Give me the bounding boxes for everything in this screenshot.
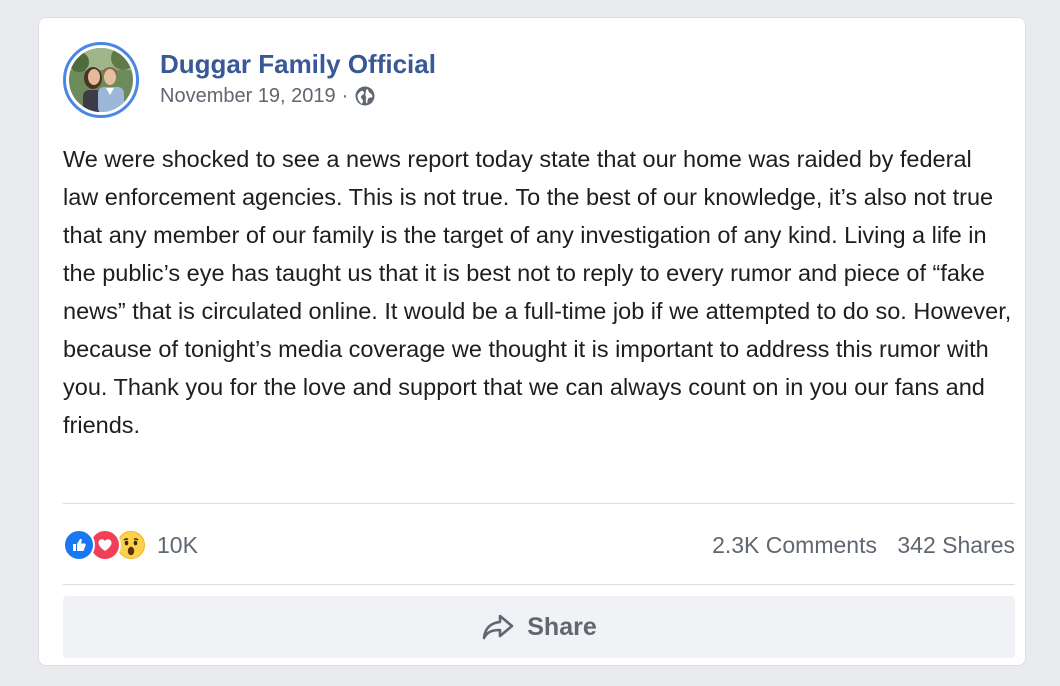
post-header: Duggar Family Official November 19, 2019… [63, 42, 436, 122]
share-arrow-icon [481, 613, 515, 641]
divider-top [63, 503, 1015, 504]
engagement-counts: 2.3K Comments 342 Shares [712, 532, 1015, 559]
comments-count-link[interactable]: 2.3K Comments [712, 532, 877, 558]
avatar-photo [69, 48, 133, 112]
shares-count-link[interactable]: 342 Shares [897, 532, 1015, 558]
like-icon [63, 529, 95, 561]
post-card: Duggar Family Official November 19, 2019… [38, 17, 1026, 666]
post-meta: Duggar Family Official November 19, 2019… [160, 42, 436, 109]
share-label: Share [527, 612, 597, 641]
share-button[interactable]: Share [63, 596, 1015, 658]
reaction-icons [63, 529, 147, 561]
avatar[interactable] [63, 42, 139, 118]
post-subline: November 19, 2019 · [160, 83, 436, 109]
globe-icon[interactable] [354, 85, 376, 107]
page-name-link[interactable]: Duggar Family Official [160, 48, 436, 80]
post-text: We were shocked to see a news report tod… [63, 146, 1012, 438]
reactions-summary[interactable]: 10K [63, 529, 198, 561]
divider-bottom [63, 584, 1015, 585]
reaction-count[interactable]: 10K [157, 532, 198, 559]
post-stats: 10K 2.3K Comments 342 Shares [63, 523, 1015, 567]
post-date[interactable]: November 19, 2019 [160, 83, 336, 109]
separator-dot: · [341, 85, 349, 107]
